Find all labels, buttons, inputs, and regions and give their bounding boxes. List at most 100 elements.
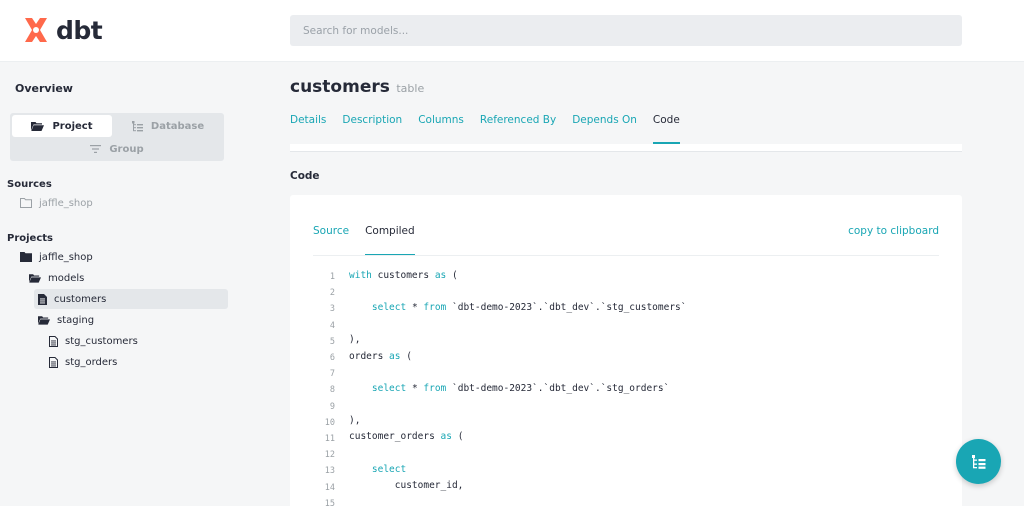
- file-outline-icon: [49, 356, 58, 368]
- code-keyword: select: [371, 301, 407, 313]
- tree-label: models: [48, 272, 85, 284]
- group-view-label: Group: [109, 143, 144, 155]
- code-section-heading: Code: [290, 170, 320, 182]
- code-text: orders: [349, 350, 390, 362]
- code-text: ),: [349, 415, 361, 427]
- tree-item-staging[interactable]: staging: [38, 310, 94, 330]
- code-text: *: [406, 301, 424, 313]
- code-text: (: [446, 269, 458, 281]
- line-number: 2: [329, 288, 335, 299]
- line-number: 11: [324, 433, 335, 444]
- code-keyword: from: [423, 382, 447, 394]
- project-view-label: Project: [52, 120, 93, 132]
- lineage-graph-icon: [971, 454, 985, 469]
- code-tabs-divider: [313, 255, 939, 256]
- tabs-panel-edge: [290, 144, 962, 152]
- line-number: 15: [324, 498, 335, 506]
- tree-label: customers: [54, 293, 107, 305]
- tree-label: stg_customers: [65, 335, 138, 347]
- database-tree-icon: [131, 120, 143, 131]
- page-title: customers: [290, 77, 390, 97]
- project-item-jaffle-shop[interactable]: jaffle_shop: [20, 247, 93, 267]
- code-line: 14 customer_id,: [313, 477, 687, 493]
- database-view-label: Database: [150, 120, 205, 132]
- model-tabs: Details Description Columns Referenced B…: [290, 114, 696, 144]
- materialization-label: table: [396, 82, 425, 95]
- code-keyword: as: [440, 431, 452, 443]
- code-line: 10),: [313, 413, 687, 429]
- search-input[interactable]: [290, 15, 962, 46]
- folder-open-icon: [31, 122, 45, 131]
- copy-to-clipboard-link[interactable]: copy to clipboard: [848, 225, 939, 237]
- model-title-row: customers table: [290, 77, 424, 97]
- code-text: customer_id,: [349, 480, 464, 492]
- code-text: (: [451, 431, 464, 443]
- line-number: 10: [324, 417, 335, 428]
- line-number: 14: [324, 482, 335, 493]
- code-keyword: with: [349, 269, 372, 281]
- source-item-jaffle-shop[interactable]: jaffle_shop: [20, 193, 93, 213]
- code-keyword: as: [434, 269, 447, 281]
- top-header: dbt: [0, 0, 1024, 62]
- tree-label: stg_orders: [65, 356, 118, 368]
- code-text: `dbt-demo-2023`.`dbt_dev`.`stg_orders`: [446, 382, 670, 394]
- code-line: 8 select * from `dbt-demo-2023`.`dbt_dev…: [313, 380, 687, 396]
- tab-compiled[interactable]: Compiled: [365, 225, 415, 256]
- code-keyword: as: [389, 350, 401, 362]
- code-text: customers: [371, 269, 435, 281]
- tree-item-models[interactable]: models: [29, 268, 84, 288]
- file-icon: [38, 293, 47, 305]
- tree-item-stg-customers[interactable]: stg_customers: [49, 331, 138, 351]
- tab-code[interactable]: Code: [652, 114, 680, 144]
- code-line: 13 select: [313, 461, 687, 477]
- code-line: 3 select * from `dbt-demo-2023`.`dbt_dev…: [313, 299, 687, 315]
- database-view-button[interactable]: Database: [114, 115, 222, 137]
- tree-item-stg-orders[interactable]: stg_orders: [49, 352, 117, 372]
- code-text: `dbt-demo-2023`.`dbt_dev`.`stg_customers…: [446, 301, 687, 313]
- logo-text: dbt: [56, 15, 103, 45]
- tab-description[interactable]: Description: [342, 114, 402, 144]
- line-number: 9: [329, 401, 335, 412]
- code-line: 11 customer_orders as (: [313, 429, 687, 445]
- line-number: 3: [329, 304, 335, 315]
- tree-label: jaffle_shop: [39, 251, 93, 263]
- overview-link[interactable]: Overview: [15, 82, 73, 95]
- filter-lines-icon: [90, 145, 102, 153]
- sidebar: Overview Project Database Group Sources …: [0, 62, 242, 506]
- dbt-logo[interactable]: dbt: [22, 15, 103, 45]
- code-line: 1 with customers as (: [313, 267, 687, 283]
- tab-details[interactable]: Details: [290, 114, 326, 144]
- tree-item-customers[interactable]: customers: [34, 289, 228, 309]
- tab-columns[interactable]: Columns: [418, 114, 464, 144]
- tab-referenced-by[interactable]: Referenced By: [480, 114, 556, 144]
- code-tabs: Source Compiled: [313, 225, 431, 256]
- code-line: 7: [313, 364, 687, 380]
- tab-source[interactable]: Source: [313, 225, 349, 256]
- code-text: ),: [349, 334, 361, 346]
- code-keyword: from: [423, 301, 447, 313]
- code-block[interactable]: 1 with customers as (2 3 select * from `db…: [313, 267, 687, 506]
- group-view-button[interactable]: Group: [12, 139, 222, 159]
- folder-open-icon: [29, 274, 41, 283]
- tree-label: staging: [57, 314, 95, 326]
- line-number: 12: [324, 450, 335, 461]
- code-line: 9: [313, 397, 687, 413]
- code-text: customer_orders: [349, 431, 441, 443]
- lineage-graph-button[interactable]: [956, 439, 1001, 484]
- folder-open-icon: [38, 316, 50, 325]
- project-view-button[interactable]: Project: [12, 115, 112, 137]
- file-outline-icon: [49, 335, 58, 347]
- code-line: 15: [313, 494, 687, 506]
- source-label: jaffle_shop: [39, 197, 93, 209]
- line-number: 6: [329, 353, 335, 364]
- code-line: 6 orders as (: [313, 348, 687, 364]
- tab-depends-on[interactable]: Depends On: [572, 114, 637, 144]
- code-line: 12: [313, 445, 687, 461]
- code-text: *: [406, 382, 424, 394]
- code-line: 4: [313, 316, 687, 332]
- code-card: Source Compiled copy to clipboard 1 with …: [290, 195, 962, 506]
- dbt-logo-icon: [25, 18, 47, 42]
